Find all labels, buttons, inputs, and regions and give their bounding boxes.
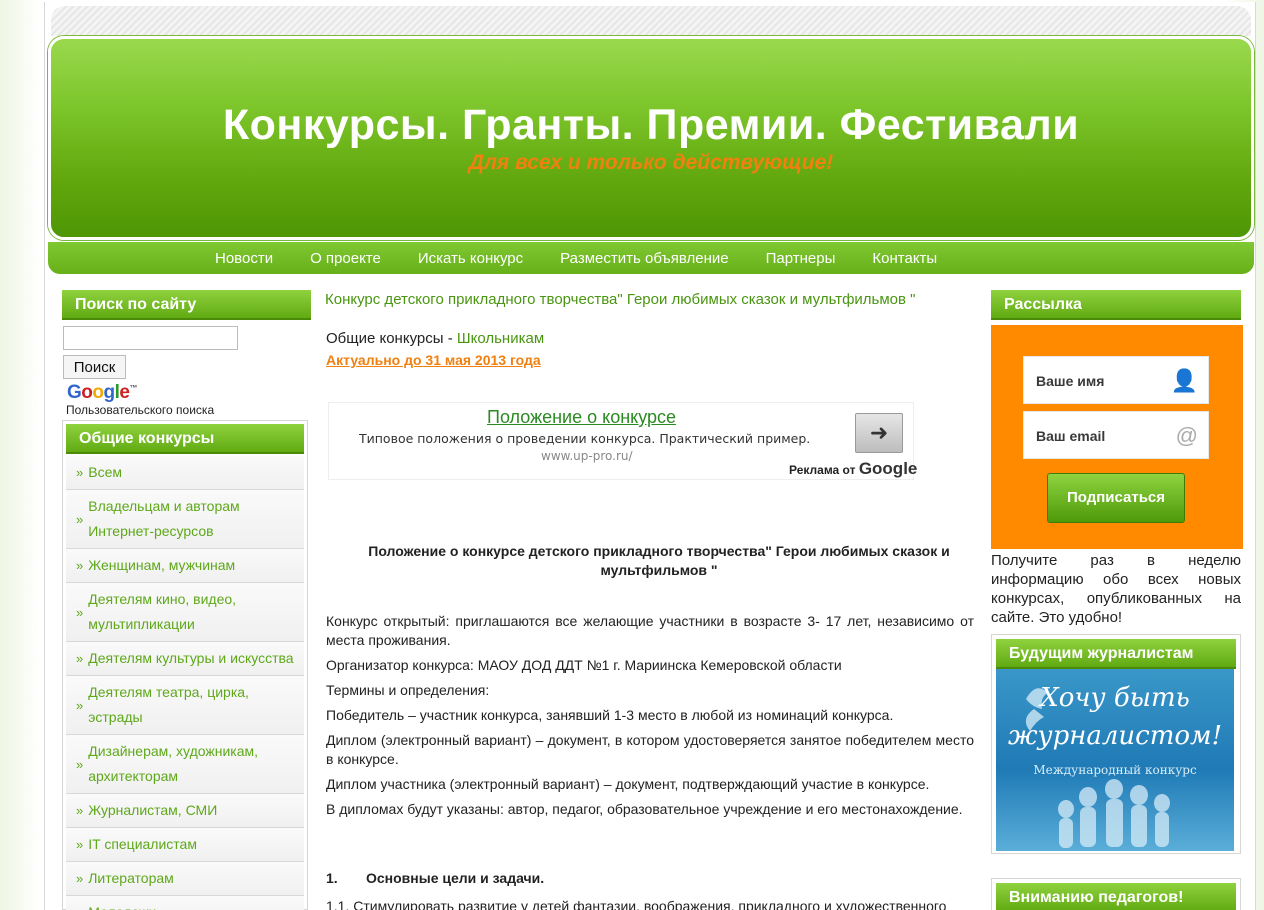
ad-by-brand: Google	[858, 459, 918, 478]
category-item[interactable]: » Всем	[66, 456, 304, 490]
category-item[interactable]: » Деятелям культуры и искусства	[66, 642, 304, 676]
body-paragraph: Диплом участника (электронный вариант) –…	[326, 776, 930, 792]
category-item[interactable]: » Журналистам, СМИ	[66, 794, 304, 828]
journalist-contest-banner[interactable]: Хочу быть журналистом! Международный кон…	[996, 669, 1234, 851]
banner-line-3: Международный конкурс	[1033, 763, 1197, 777]
chevron-right-icon: »	[76, 604, 84, 620]
category-item[interactable]: » Деятелям кино, видео, мультипликации	[66, 583, 304, 642]
google-logo: Google™	[67, 382, 137, 403]
section-number: 1.	[326, 870, 338, 886]
chevron-right-icon: »	[76, 803, 84, 818]
name-placeholder: Ваше имя	[1036, 373, 1105, 389]
article-title[interactable]: Конкурс детского прикладного творчества"…	[325, 290, 976, 310]
newsletter-panel: Ваше имя 👤 Ваш email @ Подписаться	[991, 325, 1243, 549]
category-label: IT специалистам	[88, 836, 197, 852]
ad-url[interactable]: www.up-pro.ru/	[541, 449, 633, 463]
category-label: Дизайнерам, художникам, архитекторам	[88, 743, 259, 784]
site-subtitle: Для всех и только действующие!	[468, 151, 834, 174]
body-paragraph: Диплом (электронный вариант) – документ,…	[326, 732, 974, 767]
teachers-box: Вниманию педагогов!	[991, 878, 1241, 910]
category-item[interactable]: » Владельцам и авторам Интернет-ресурсов	[66, 490, 304, 549]
ad-headline-link[interactable]: Положение о конкурсе	[487, 407, 676, 428]
chevron-right-icon: »	[76, 511, 84, 527]
category-label: Молодежи	[88, 900, 156, 910]
category-label: Деятелям кино, видео, мультипликации	[88, 591, 237, 632]
ad-by-label: Реклама от	[789, 463, 856, 477]
category-item[interactable]: » Женщинам, мужчинам	[66, 549, 304, 583]
deadline-link[interactable]: Актуально до 31 мая 2013 года	[326, 352, 541, 368]
section-title: Основные цели и задачи.	[366, 870, 545, 886]
banner-line-2: журналистом!	[1007, 721, 1223, 751]
search-button[interactable]: Поиск	[63, 355, 126, 379]
ad-block: Положение о конкурсе Типовое положения о…	[328, 402, 917, 480]
chevron-right-icon: »	[76, 651, 84, 666]
categories-title: Общие конкурсы	[66, 424, 304, 454]
category-label: Владельцам и авторам Интернет-ресурсов	[88, 498, 240, 539]
category-link[interactable]: Школьникам	[457, 330, 544, 347]
body-paragraph: Термины и определения:	[326, 682, 490, 698]
category-item[interactable]: » IT специалистам	[66, 828, 304, 862]
teachers-title: Вниманию педагогов!	[996, 883, 1236, 910]
category-label: Женщинам, мужчинам	[88, 557, 236, 573]
section-heading: 1. Основные цели и задачи.	[326, 870, 544, 886]
chevron-right-icon: »	[76, 697, 84, 713]
search-input[interactable]	[63, 326, 238, 350]
chevron-right-icon: »	[76, 756, 84, 772]
chevron-right-icon: »	[76, 558, 84, 573]
journalists-title: Будущим журналистам	[996, 639, 1236, 669]
name-field[interactable]: Ваше имя 👤	[1023, 356, 1209, 404]
email-placeholder: Ваш email	[1036, 428, 1106, 444]
nav-item-post-ad[interactable]: Разместить объявление	[560, 250, 728, 267]
nav-item-search-contest[interactable]: Искать конкурс	[418, 250, 523, 267]
nav-item-about[interactable]: О проекте	[310, 250, 381, 267]
newsletter-title: Рассылка	[991, 290, 1241, 320]
nav-item-partners[interactable]: Партнеры	[766, 250, 836, 267]
category-label: Деятелям культуры и искусства	[88, 650, 294, 666]
body-paragraph: Организатор конкурса: МАОУ ДОД ДДТ №1 г.…	[326, 657, 842, 673]
main-nav: Новости О проекте Искать конкурс Размест…	[48, 242, 1254, 274]
chevron-right-icon: »	[76, 871, 84, 886]
category-item[interactable]: » Дизайнерам, художникам, архитекторам	[66, 735, 304, 794]
category-item[interactable]: » Молодежи	[66, 896, 304, 910]
category-label: Журналистам, СМИ	[88, 802, 218, 818]
body-paragraph-cut: 1.1. Стимулировать развитие у детей фант…	[326, 898, 947, 910]
category-label: Литераторам	[88, 870, 174, 886]
body-paragraph: Победитель – участник конкурса, занявший…	[326, 707, 894, 723]
top-decor-strip	[51, 6, 1251, 36]
search-box-title: Поиск по сайту	[62, 290, 311, 320]
body-paragraph: Конкурс открытый: приглашаются все желаю…	[326, 613, 974, 648]
chevron-right-icon: »	[76, 465, 84, 480]
category-prefix: Общие конкурсы -	[326, 330, 457, 347]
category-label: Всем	[88, 464, 122, 480]
arrow-right-icon[interactable]: ➜	[855, 413, 903, 453]
article-body: Конкурс открытый: приглашаются все желаю…	[326, 612, 974, 825]
newsletter-description: Получите раз в неделю информацию обо все…	[991, 552, 1241, 626]
custom-search-label: Пользовательского поиска	[66, 403, 215, 417]
subscribe-button[interactable]: Подписаться	[1047, 473, 1185, 523]
nav-item-news[interactable]: Новости	[215, 250, 273, 267]
site-title: Конкурсы. Гранты. Премии. Фестивали	[222, 101, 1080, 149]
user-icon: 👤	[1170, 368, 1198, 393]
category-label: Деятелям театра, цирка, эстрады	[88, 684, 249, 725]
article-category: Общие конкурсы - Школьникам	[326, 330, 544, 347]
body-paragraph: В дипломах будут указаны: автор, педагог…	[326, 801, 963, 817]
categories-list: » Всем » Владельцам и авторам Интернет-рес…	[66, 456, 304, 910]
email-field[interactable]: Ваш email @	[1023, 411, 1209, 459]
site-header: Конкурсы. Гранты. Премии. Фестивали Для …	[48, 36, 1254, 240]
ad-attribution[interactable]: Реклама от Google	[789, 459, 917, 479]
category-item[interactable]: » Деятелям театра, цирка, эстрады	[66, 676, 304, 735]
at-sign-icon: @	[1175, 423, 1198, 448]
journalists-box: Будущим журналистам Хочу быть журналисто…	[991, 634, 1241, 854]
categories-box: Общие конкурсы » Всем » Владельцам и автор…	[62, 420, 308, 910]
nav-item-contacts[interactable]: Контакты	[872, 250, 937, 267]
document-heading: Положение о конкурсе детского прикладног…	[368, 543, 950, 578]
site-search-box: Поиск Google™ Пользовательского поиска	[62, 320, 312, 418]
chevron-right-icon: »	[76, 837, 84, 852]
banner-line-1: Хочу быть	[1040, 683, 1190, 713]
main-content: Конкурс детского прикладного творчества"…	[324, 290, 976, 910]
category-item[interactable]: » Литераторам	[66, 862, 304, 896]
ad-text: Типовое положения о проведении конкурса.…	[359, 431, 811, 446]
chevron-right-icon: »	[76, 900, 83, 910]
